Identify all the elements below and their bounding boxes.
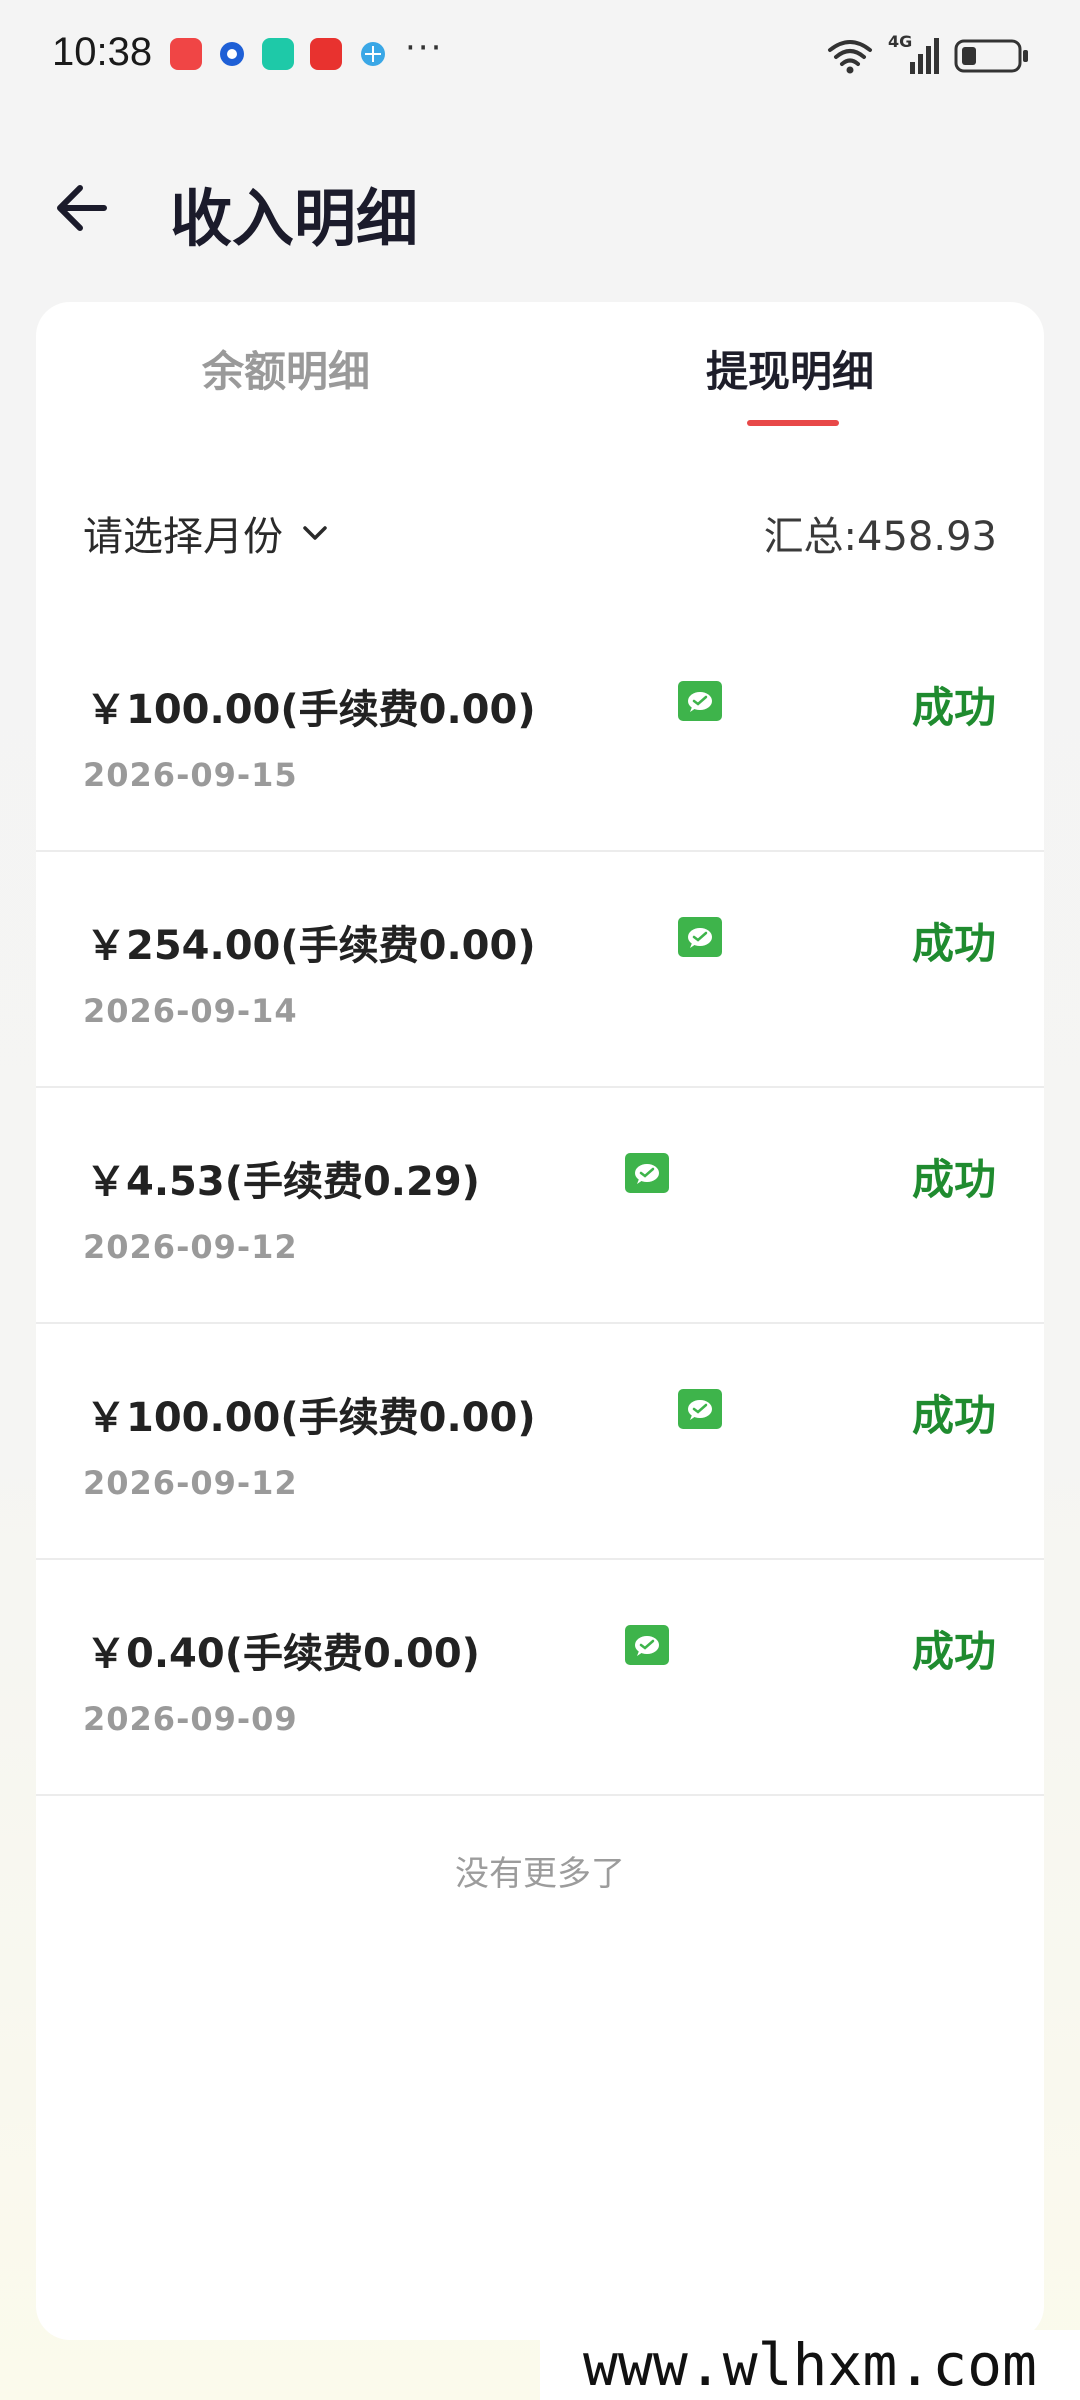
wifi-icon <box>828 40 872 74</box>
wechat-icon <box>678 1389 722 1429</box>
status-overflow-dots: ··· <box>405 28 444 68</box>
app-badge-icon <box>361 42 385 66</box>
record-date: 2026-09-12 <box>83 1228 298 1266</box>
list-item[interactable]: ￥4.53(手续费0.29) 成功 2026-09-12 <box>36 1086 1044 1324</box>
record-amount: ￥100.00(手续费0.00) <box>86 1395 536 1441</box>
battery-icon <box>954 39 1028 73</box>
signal-icon: 4G <box>888 32 940 78</box>
status-badge: 成功 <box>911 919 996 968</box>
total-summary: 汇总:458.93 <box>763 514 997 560</box>
status-right-icons: 4G <box>826 32 1030 78</box>
app-badge-icon <box>310 38 342 70</box>
header: 收入明细 <box>0 150 1080 260</box>
list-item[interactable]: ￥100.00(手续费0.00) 成功 2026-09-15 <box>36 614 1044 852</box>
record-amount: ￥4.53(手续费0.29) <box>86 1159 480 1205</box>
record-amount: ￥0.40(手续费0.00) <box>86 1631 480 1677</box>
wechat-icon <box>678 681 722 721</box>
record-date: 2026-09-14 <box>83 992 298 1030</box>
record-date: 2026-09-09 <box>83 1700 298 1738</box>
app-badge-icon <box>220 42 244 66</box>
wechat-icon <box>625 1153 669 1193</box>
record-date: 2026-09-15 <box>83 756 298 794</box>
status-badge: 成功 <box>911 1391 996 1440</box>
status-badge: 成功 <box>911 1155 996 1204</box>
status-badge: 成功 <box>911 683 996 732</box>
income-detail-card: 余额明细 提现明细 请选择月份 汇总:458.93 ￥100.00(手续费0.0… <box>36 302 1044 2340</box>
month-selector[interactable]: 请选择月份 <box>83 504 329 562</box>
month-selector-label: 请选择月份 <box>83 514 283 560</box>
record-date: 2026-09-12 <box>83 1464 298 1502</box>
active-tab-indicator <box>747 420 839 426</box>
watermark: www.wlhxm.com <box>540 2330 1080 2400</box>
record-amount: ￥100.00(手续费0.00) <box>86 687 536 733</box>
status-badge: 成功 <box>911 1627 996 1676</box>
record-amount: ￥254.00(手续费0.00) <box>86 923 536 969</box>
chevron-down-icon <box>303 526 327 540</box>
list-item[interactable]: ￥254.00(手续费0.00) 成功 2026-09-14 <box>36 850 1044 1088</box>
list-item[interactable]: ￥100.00(手续费0.00) 成功 2026-09-12 <box>36 1322 1044 1560</box>
app-badge-icon <box>170 38 202 70</box>
no-more-text: 没有更多了 <box>455 1854 625 1894</box>
tab-balance-detail[interactable]: 余额明细 <box>202 338 370 399</box>
list-item[interactable]: ￥0.40(手续费0.00) 成功 2026-09-09 <box>36 1558 1044 1796</box>
status-time: 10:38 <box>52 30 153 74</box>
wechat-icon <box>678 917 722 957</box>
back-arrow-icon[interactable] <box>52 180 112 236</box>
tab-withdraw-detail[interactable]: 提现明细 <box>706 338 874 399</box>
app-badge-icon <box>262 38 294 70</box>
page-title: 收入明细 <box>170 182 419 255</box>
wechat-icon <box>625 1625 669 1665</box>
status-bar: 10:38 ··· 4G <box>0 0 1080 110</box>
